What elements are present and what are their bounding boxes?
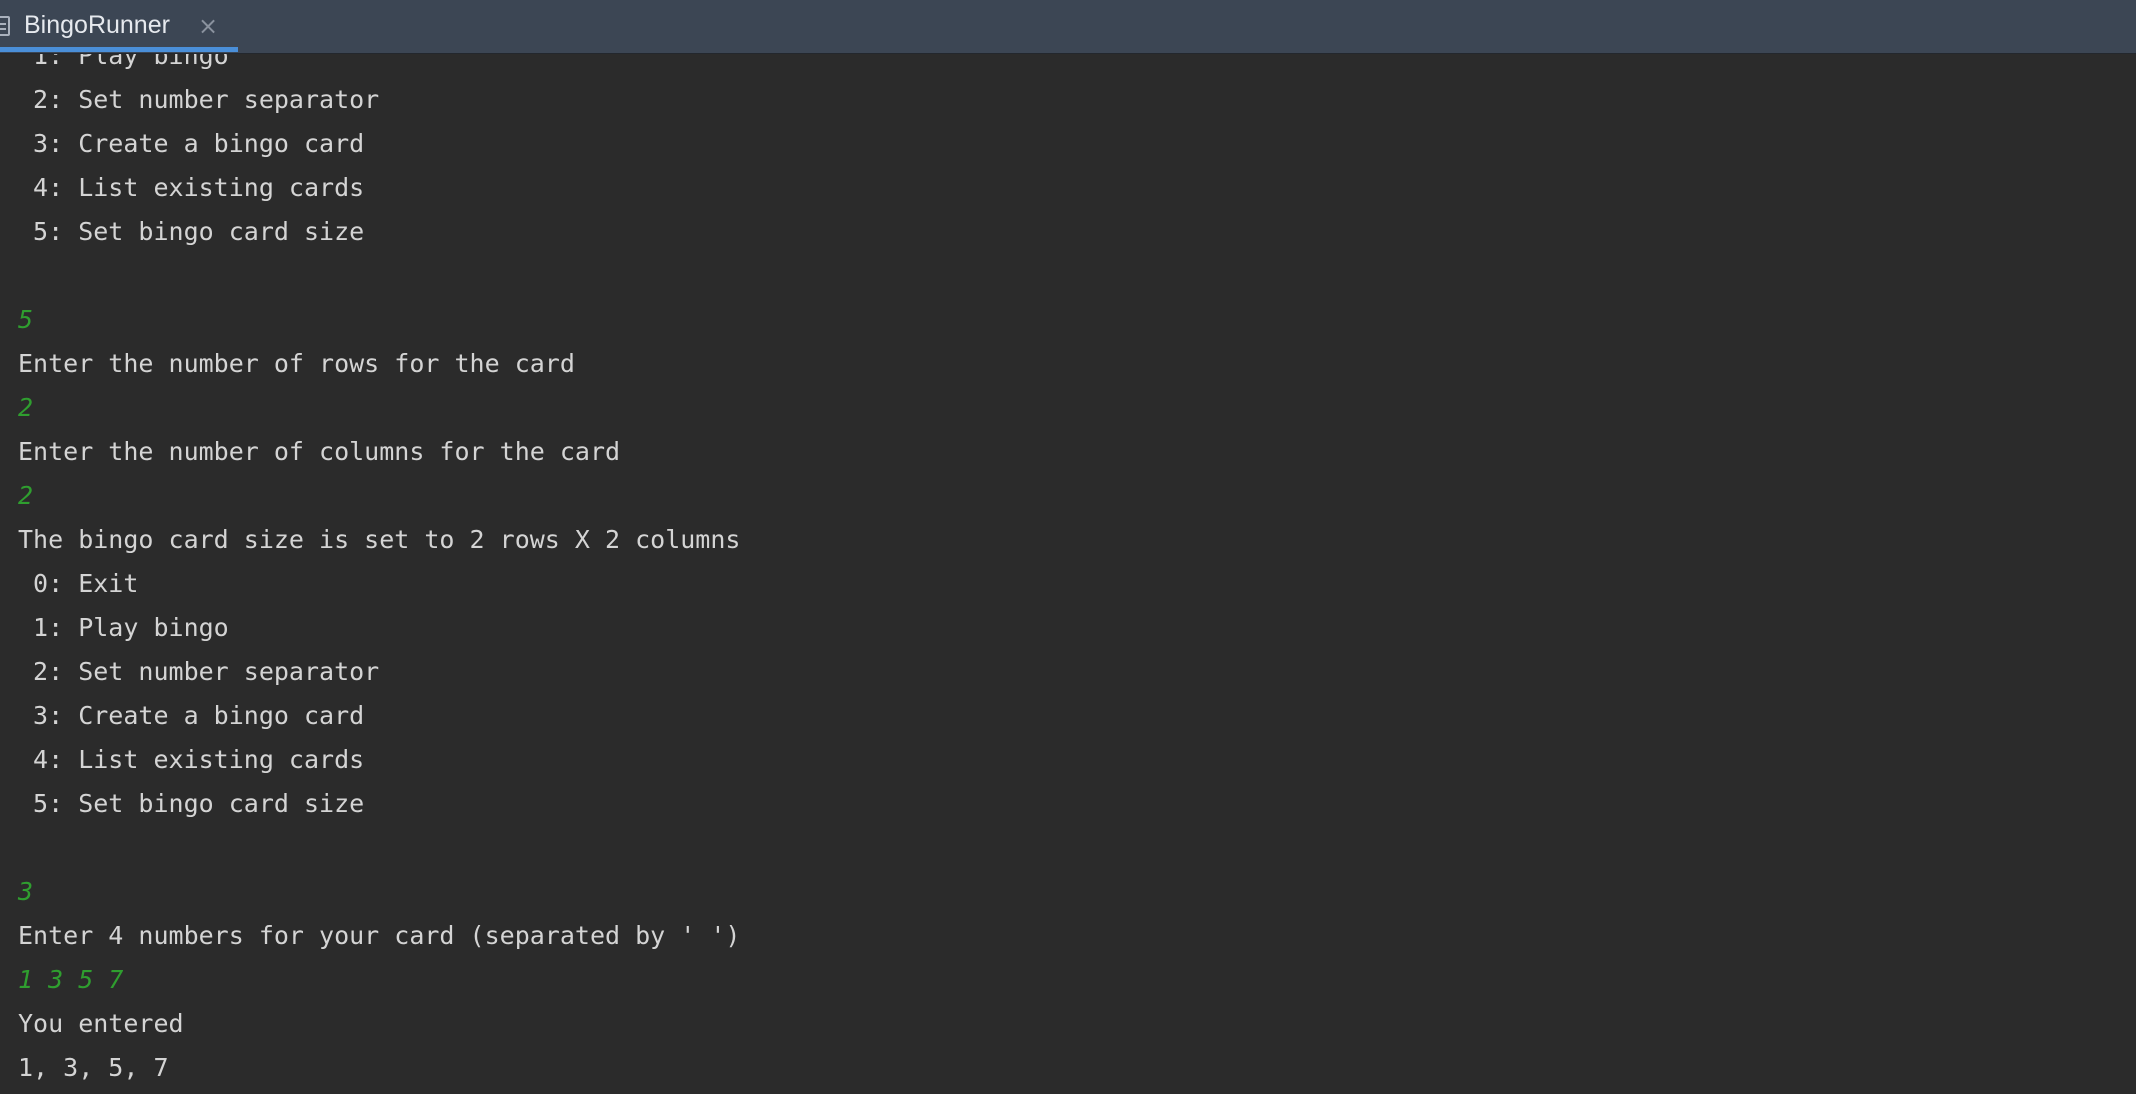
console-output-line: 3: Create a bingo card — [18, 129, 365, 158]
console-output-line: 4: List existing cards — [18, 745, 365, 774]
close-icon[interactable]: × — [196, 12, 220, 40]
console-user-input-line: 3 — [18, 877, 34, 906]
console-output-line: 0: Exit — [18, 569, 139, 598]
console-lines: 1: Play bingo 2: Set number separator 3:… — [18, 54, 740, 1090]
console-file-icon — [0, 16, 10, 36]
console-user-input-line: 2 — [18, 481, 34, 510]
console-output-line: 4: List existing cards — [18, 173, 365, 202]
active-tab-indicator — [0, 47, 238, 52]
tab-title: BingoRunner — [24, 11, 170, 39]
console-output-line: 1: Play bingo — [18, 613, 229, 642]
console-output-line: 5: Set bingo card size — [18, 789, 365, 818]
console-output-line: Enter the number of columns for the card — [18, 437, 621, 466]
editor-tab-bar: BingoRunner × — [0, 0, 2136, 54]
console-output-line: 3: Create a bingo card — [18, 701, 365, 730]
console-output-line: 1: Play bingo — [18, 54, 229, 70]
console-user-input-line: 5 — [18, 305, 34, 334]
console-output-line: Enter 4 numbers for your card (separated… — [18, 921, 741, 950]
console-output-line: 1, 3, 5, 7 — [18, 1053, 169, 1082]
console-output-line: You entered — [18, 1009, 184, 1038]
console-user-input-line: 2 — [18, 393, 34, 422]
console-output-line: 2: Set number separator — [18, 657, 380, 686]
console-output-line: Enter the number of rows for the card — [18, 349, 575, 378]
run-console-output[interactable]: 1: Play bingo 2: Set number separator 3:… — [0, 54, 2136, 1094]
console-output-line: 5: Set bingo card size — [18, 217, 365, 246]
console-user-input-line: 1 3 5 7 — [18, 965, 124, 994]
console-output-line: The bingo card size is set to 2 rows X 2… — [18, 525, 741, 554]
tab-bingo-runner[interactable]: BingoRunner × — [0, 0, 238, 54]
console-output-line: 2: Set number separator — [18, 85, 380, 114]
